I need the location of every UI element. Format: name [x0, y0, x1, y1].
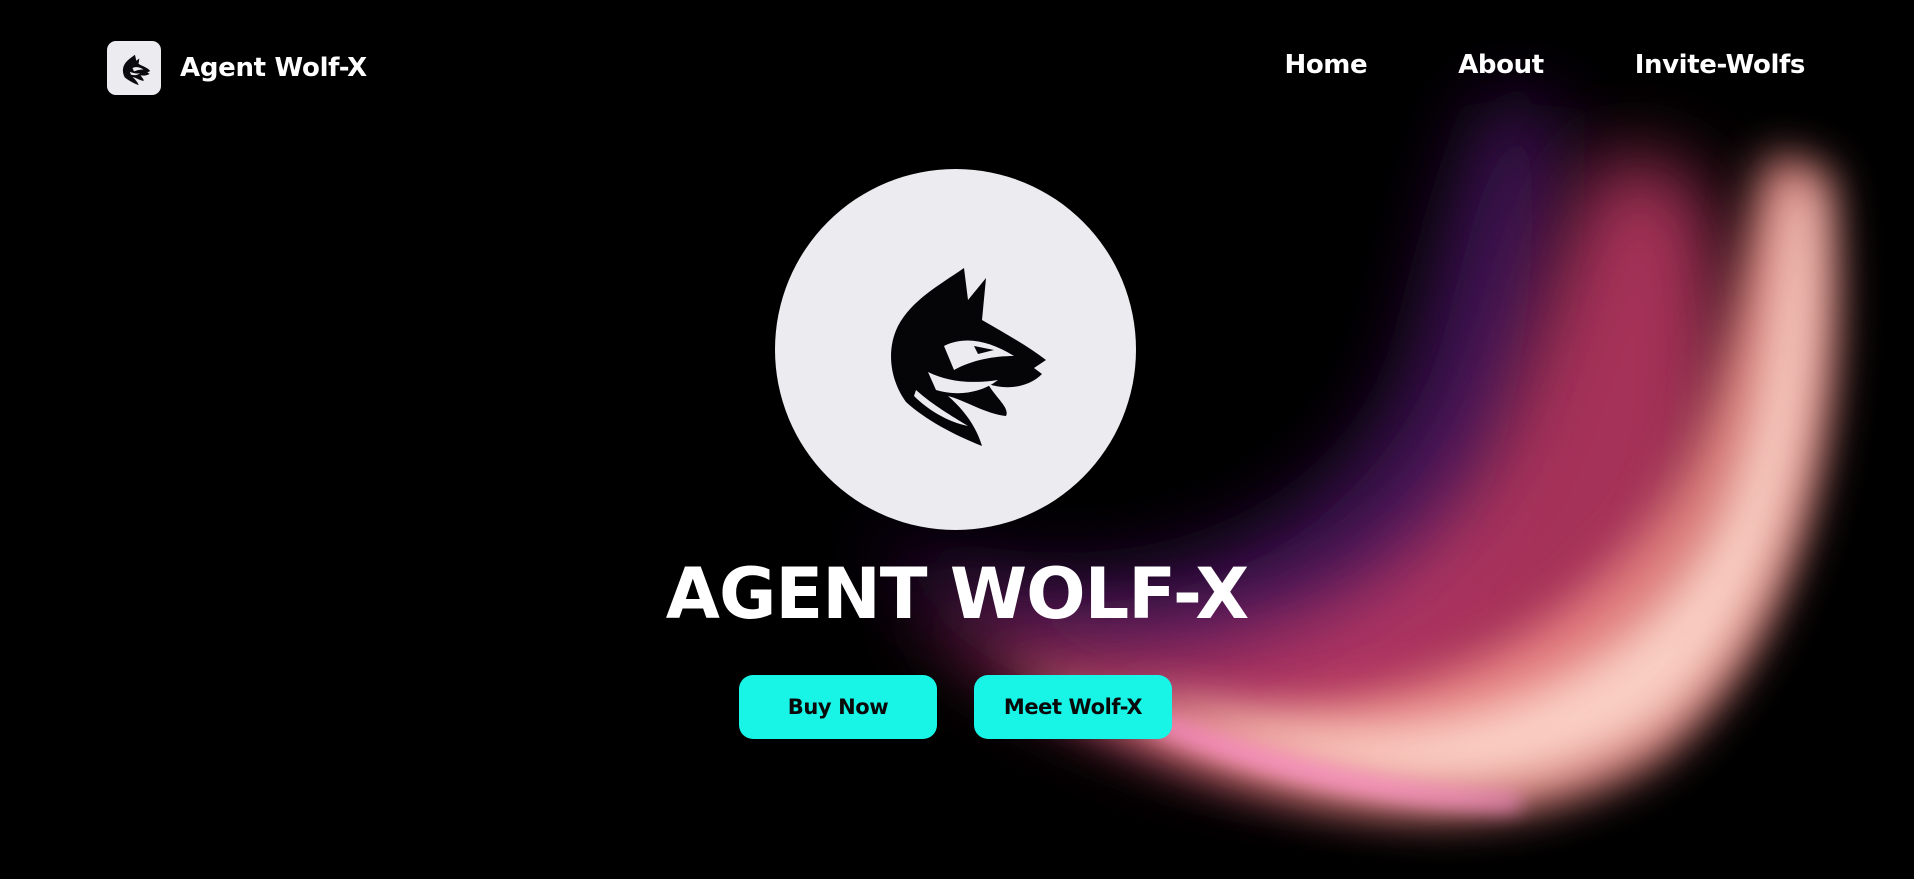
brand-logo: [107, 41, 161, 95]
wolf-head-icon: [122, 54, 151, 86]
hero-title: AGENT WOLF-X: [665, 553, 1249, 635]
brand-name: Agent Wolf-X: [180, 53, 367, 83]
hero-emblem: [775, 169, 1136, 530]
nav-about[interactable]: About: [1458, 50, 1544, 80]
brand-link[interactable]: Agent Wolf-X: [107, 41, 367, 95]
meet-wolf-x-button[interactable]: Meet Wolf-X: [974, 675, 1172, 739]
landing-page: Agent Wolf-X Home About Invite-Wolfs AGE…: [0, 0, 1914, 879]
top-navbar: Agent Wolf-X Home About Invite-Wolfs: [0, 0, 1914, 140]
nav-invite-wolfs[interactable]: Invite-Wolfs: [1635, 50, 1806, 80]
main-nav: Home About Invite-Wolfs: [1284, 50, 1805, 80]
nav-home[interactable]: Home: [1284, 50, 1367, 80]
cta-group: Buy Now Meet Wolf-X: [739, 675, 1172, 739]
buy-now-button[interactable]: Buy Now: [739, 675, 937, 739]
wolf-head-icon: [890, 267, 1046, 446]
